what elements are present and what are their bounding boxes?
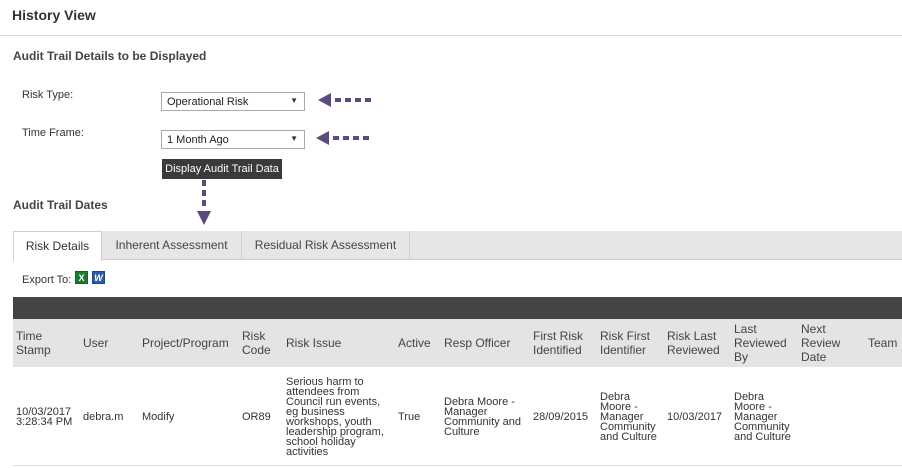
time-frame-value: 1 Month Ago <box>167 134 229 146</box>
audit-dates-title: Audit Trail Dates <box>13 198 108 212</box>
table-toolbar <box>13 297 902 319</box>
cell-user: debra.m <box>83 410 124 423</box>
time-frame-label: Time Frame: <box>22 127 84 139</box>
word-icon[interactable]: W <box>92 271 105 284</box>
column-header[interactable]: Time Stamp <box>16 319 74 367</box>
table-header: Time Stamp User Project/Program Risk Cod… <box>13 319 902 367</box>
column-header[interactable]: First Risk Identified <box>533 319 591 367</box>
column-header[interactable]: User <box>83 319 133 367</box>
cell-last-reviewed: 10/03/2017 <box>667 410 723 423</box>
cell-next-review <box>801 367 853 466</box>
cell-resp-officer: Debra Moore - Manager Community and Cult… <box>444 395 522 438</box>
arrow-left-icon <box>318 93 371 107</box>
time-frame-select[interactable]: 1 Month Ago ▼ <box>161 130 305 149</box>
display-audit-trail-button[interactable]: Display Audit Trail Data <box>162 159 282 179</box>
column-header[interactable]: Team <box>868 319 902 367</box>
page-title: History View <box>12 7 96 23</box>
cell-first-identified: 28/09/2015 <box>533 410 589 423</box>
cell-last-reviewed-by: Debra Moore - Manager Community and Cult… <box>734 390 791 443</box>
excel-icon[interactable]: X <box>75 271 88 284</box>
export-label: Export To: <box>22 274 72 286</box>
column-header[interactable]: Project/Program <box>142 319 237 367</box>
column-header[interactable]: Risk First Identifier <box>600 319 658 367</box>
column-header[interactable]: Resp Officer <box>444 319 524 367</box>
risk-type-value: Operational Risk <box>167 96 249 108</box>
table-row[interactable]: 10/03/2017 3:28:34 PM debra.m Modify OR8… <box>13 367 902 466</box>
risk-type-select[interactable]: Operational Risk ▼ <box>161 92 305 111</box>
chevron-down-icon: ▼ <box>290 96 298 105</box>
cell-active: True <box>398 410 421 423</box>
column-header[interactable]: Active <box>398 319 438 367</box>
page-header: History View <box>0 0 902 36</box>
tab-residual-risk-assessment[interactable]: Residual Risk Assessment <box>242 231 410 260</box>
audit-details-title: Audit Trail Details to be Displayed <box>13 49 207 63</box>
cell-project: Modify <box>142 410 175 423</box>
arrow-left-icon <box>316 131 369 145</box>
chevron-down-icon: ▼ <box>290 134 298 143</box>
column-header[interactable]: Risk Code <box>242 319 278 367</box>
column-header[interactable]: Last Reviewed By <box>734 319 794 367</box>
cell-team <box>868 367 902 466</box>
arrow-down-icon <box>197 180 211 225</box>
tab-risk-details[interactable]: Risk Details <box>13 231 102 261</box>
column-header[interactable]: Risk Last Reviewed <box>667 319 727 367</box>
cell-risk-code: OR89 <box>242 410 271 423</box>
column-header[interactable]: Next Review Date <box>801 319 853 367</box>
cell-time-stamp: 10/03/2017 3:28:34 PM <box>16 405 73 428</box>
cell-risk-issue: Serious harm to attendees from Council r… <box>286 375 384 458</box>
cell-first-identifier: Debra Moore - Manager Community and Cult… <box>600 390 657 443</box>
tab-bar: Risk Details Inherent Assessment Residua… <box>13 231 902 261</box>
risk-type-label: Risk Type: <box>22 89 74 101</box>
column-header[interactable]: Risk Issue <box>286 319 386 367</box>
tab-inherent-assessment[interactable]: Inherent Assessment <box>102 231 242 260</box>
